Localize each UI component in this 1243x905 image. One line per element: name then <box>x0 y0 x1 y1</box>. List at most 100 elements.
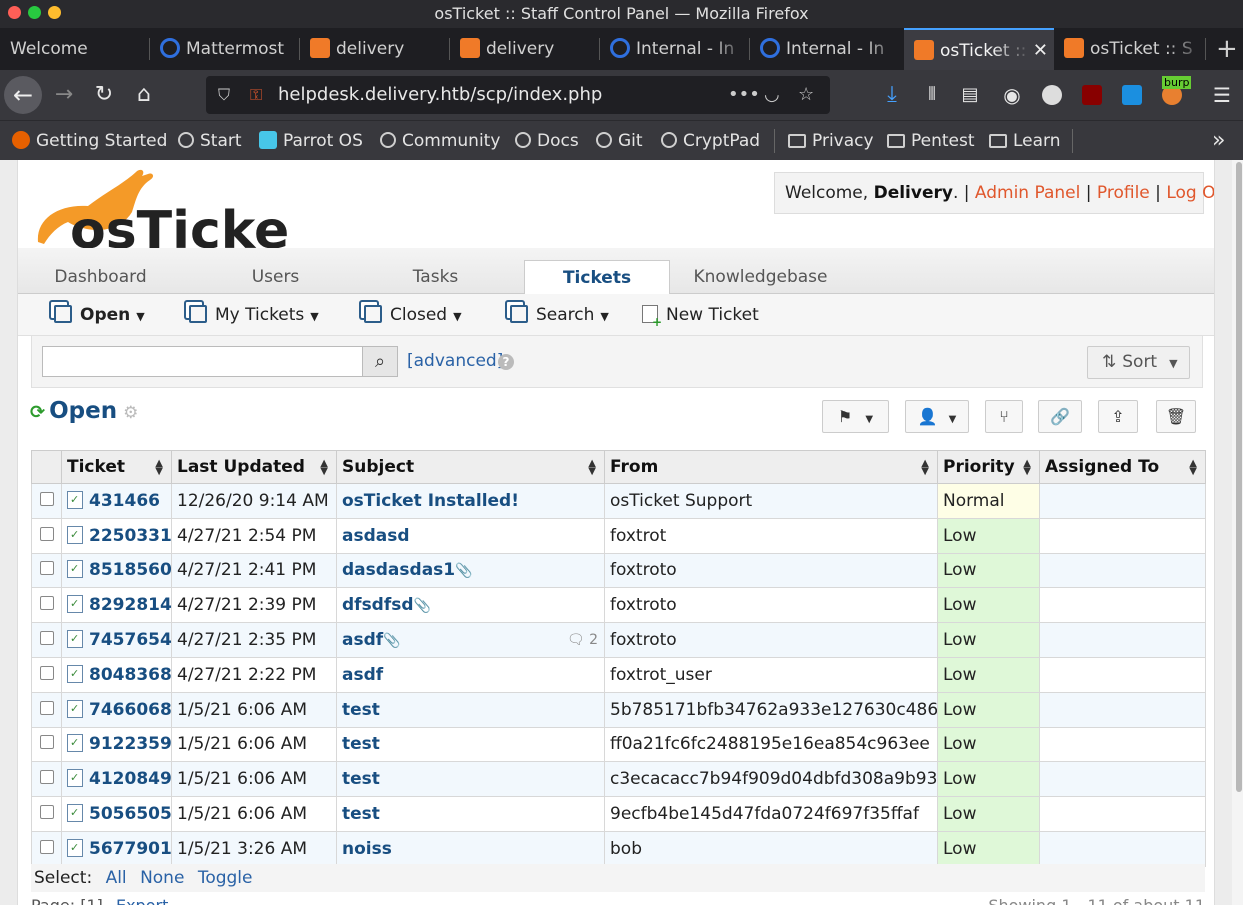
tab-users[interactable]: Users <box>218 260 333 294</box>
tab-dashboard[interactable]: Dashboard <box>38 260 163 294</box>
url-bar[interactable]: ⛉ ⚿ helpdesk.delivery.htb/scp/index.php … <box>206 76 830 114</box>
sidebar-icon[interactable]: ▤ <box>958 70 982 120</box>
maximize-window-icon[interactable] <box>28 6 41 19</box>
table-row[interactable]: 82928144/27/21 2:39 PMdfsdfsd📎foxtrotoLo… <box>31 587 1206 624</box>
link-button[interactable]: 🔗 <box>1038 400 1082 433</box>
row-checkbox[interactable] <box>39 700 54 715</box>
menu-icon[interactable]: ☰ <box>1208 70 1236 120</box>
sort-arrows-icon[interactable]: ▲ ▼ <box>320 459 328 477</box>
row-checkbox[interactable] <box>39 631 54 646</box>
column-header-subject[interactable]: Subject ▲ ▼ <box>336 450 605 484</box>
transfer-button[interactable]: ⇪ <box>1098 400 1138 433</box>
assign-button[interactable]: 👤 ▼ <box>905 400 969 433</box>
subject-link[interactable]: noiss <box>342 839 392 859</box>
scrollbar-thumb[interactable] <box>1236 162 1242 792</box>
downloads-icon[interactable]: ⤓ <box>880 70 904 120</box>
select-toggle-link[interactable]: Toggle <box>198 868 253 888</box>
column-header-priority[interactable]: Priority ▲ ▼ <box>937 450 1040 484</box>
bookmark-start[interactable]: Start <box>178 121 242 161</box>
ticket-number-link[interactable]: 9122359 <box>89 734 171 754</box>
ticket-number-link[interactable]: 5677901 <box>89 839 171 859</box>
close-window-icon[interactable] <box>8 6 21 19</box>
sort-arrows-icon[interactable]: ▲ ▼ <box>588 459 596 477</box>
table-row[interactable]: 85185604/27/21 2:41 PMdasdasdas1📎foxtrot… <box>31 552 1206 589</box>
row-checkbox[interactable] <box>39 665 54 680</box>
new-tab-icon[interactable]: + <box>1206 28 1243 70</box>
subject-link[interactable]: test <box>342 769 380 789</box>
table-row[interactable]: 50565051/5/21 6:06 AMtest 9ecfb4be145d47f… <box>31 796 1206 832</box>
row-checkbox[interactable] <box>39 561 54 576</box>
my-tickets-button[interactable]: My Tickets ▼ <box>189 294 319 338</box>
shield-icon[interactable]: ⛉ <box>218 76 230 114</box>
table-row[interactable]: 74576544/27/21 2:35 PMasdf📎 🗨 2 foxtrotoLo… <box>31 622 1206 658</box>
column-header-ticket[interactable]: Ticket ▲ ▼ <box>61 450 172 484</box>
subject-link[interactable]: asdf <box>342 665 383 685</box>
bookmark-parrot-os[interactable]: Parrot OS <box>259 121 363 161</box>
ticket-number-link[interactable]: 7466068 <box>89 700 171 720</box>
ticket-number-link[interactable]: 8518560 <box>89 560 171 580</box>
new-ticket-button[interactable]: + New Ticket <box>642 294 759 336</box>
osticket-logo[interactable]: osTicket <box>28 164 288 250</box>
subject-link[interactable]: osTicket Installed! <box>342 491 519 511</box>
account-icon[interactable]: ◉ <box>1000 70 1024 120</box>
home-icon[interactable]: ⌂ <box>130 70 158 120</box>
browser-tab-active[interactable]: osTicket :: ✕ <box>904 28 1054 70</box>
search-icon[interactable]: ⌕ <box>362 346 398 377</box>
insecure-lock-icon[interactable]: ⚿ <box>250 76 262 114</box>
library-icon[interactable]: ⫴ <box>920 70 944 120</box>
open-queue-button[interactable]: Open ▼ <box>54 294 145 338</box>
row-checkbox[interactable] <box>39 805 54 820</box>
browser-tab[interactable]: osTicket :: S <box>1054 28 1206 70</box>
closed-queue-button[interactable]: Closed ▼ <box>364 294 462 338</box>
more-bookmarks-chevron-icon[interactable]: » <box>1212 121 1225 161</box>
flag-button[interactable]: ⚑ ▼ <box>822 400 889 433</box>
subject-link[interactable]: asdasd <box>342 526 410 546</box>
back-arrow-icon[interactable]: ← <box>4 76 42 114</box>
column-header-last-updated[interactable]: Last Updated ▲ ▼ <box>171 450 337 484</box>
table-row[interactable]: 431466 12/26/20 9:14 AMosTicket Installed… <box>31 483 1206 519</box>
delete-button[interactable]: 🗑 <box>1156 400 1196 433</box>
sort-arrows-icon[interactable]: ▲ ▼ <box>921 459 929 477</box>
search-queue-button[interactable]: Search ▼ <box>510 294 609 338</box>
profile-link[interactable]: Profile <box>1097 183 1150 203</box>
search-input[interactable] <box>42 346 364 377</box>
bookmark-star-icon[interactable]: ☆ <box>798 76 814 114</box>
column-header-assigned-to[interactable]: Assigned To ▲ ▼ <box>1039 450 1206 484</box>
ticket-number-link[interactable]: 5056505 <box>89 804 171 824</box>
refresh-icon[interactable]: ⟳ <box>30 402 45 423</box>
subject-link[interactable]: dasdasdas1 <box>342 560 455 580</box>
subject-link[interactable]: asdf <box>342 630 383 650</box>
bookmark-folder-learn[interactable]: Learn <box>989 121 1061 161</box>
bookmark-folder-pentest[interactable]: Pentest <box>887 121 975 161</box>
table-row[interactable]: 56779011/5/21 3:26 AMnoiss bobLow <box>31 830 1206 867</box>
bookmark-git[interactable]: Git <box>596 121 643 161</box>
browser-tab[interactable]: delivery <box>450 28 600 70</box>
table-row[interactable]: 80483684/27/21 2:22 PMasdf foxtrot_userLo… <box>31 656 1206 693</box>
queue-title-text[interactable]: Open <box>49 398 117 424</box>
gear-icon[interactable]: ⚙ <box>123 403 138 423</box>
bookmark-folder-privacy[interactable]: Privacy <box>788 121 874 161</box>
subject-link[interactable]: test <box>342 734 380 754</box>
tab-tasks[interactable]: Tasks <box>378 260 493 294</box>
bookmark-cryptpad[interactable]: CryptPad <box>661 121 760 161</box>
row-checkbox[interactable] <box>39 491 54 506</box>
row-checkbox[interactable] <box>39 839 54 854</box>
table-row[interactable]: 74660681/5/21 6:06 AMtest 5b785171bfb3476… <box>31 691 1206 728</box>
sort-arrows-icon[interactable]: ▲ ▼ <box>1023 459 1031 477</box>
help-icon[interactable]: ? <box>498 354 514 370</box>
ticket-number-link[interactable]: 431466 <box>89 491 160 511</box>
table-row[interactable]: 41208491/5/21 6:06 AMtest c3ecacacc7b94f9… <box>31 761 1206 798</box>
browser-tab[interactable]: Welcome <box>0 28 150 70</box>
table-row[interactable]: 91223591/5/21 6:06 AMtest ff0a21fc6fc2488… <box>31 726 1206 763</box>
browser-tab[interactable]: Mattermost <box>150 28 300 70</box>
page-actions-icon[interactable]: ••• <box>728 76 760 114</box>
bookmark-community[interactable]: Community <box>380 121 500 161</box>
ticket-number-link[interactable]: 8292814 <box>89 595 171 615</box>
table-row[interactable]: 22503314/27/21 2:54 PMasdasd foxtrotLow <box>31 517 1206 554</box>
sort-arrows-icon[interactable]: ▲ ▼ <box>155 459 163 477</box>
browser-tab[interactable]: Internal - In <box>600 28 750 70</box>
extension-s-icon[interactable] <box>1122 85 1142 105</box>
ticket-number-link[interactable]: 4120849 <box>89 769 171 789</box>
tab-knowledgebase[interactable]: Knowledgebase <box>688 260 833 294</box>
subject-link[interactable]: dfsdfsd <box>342 595 414 615</box>
